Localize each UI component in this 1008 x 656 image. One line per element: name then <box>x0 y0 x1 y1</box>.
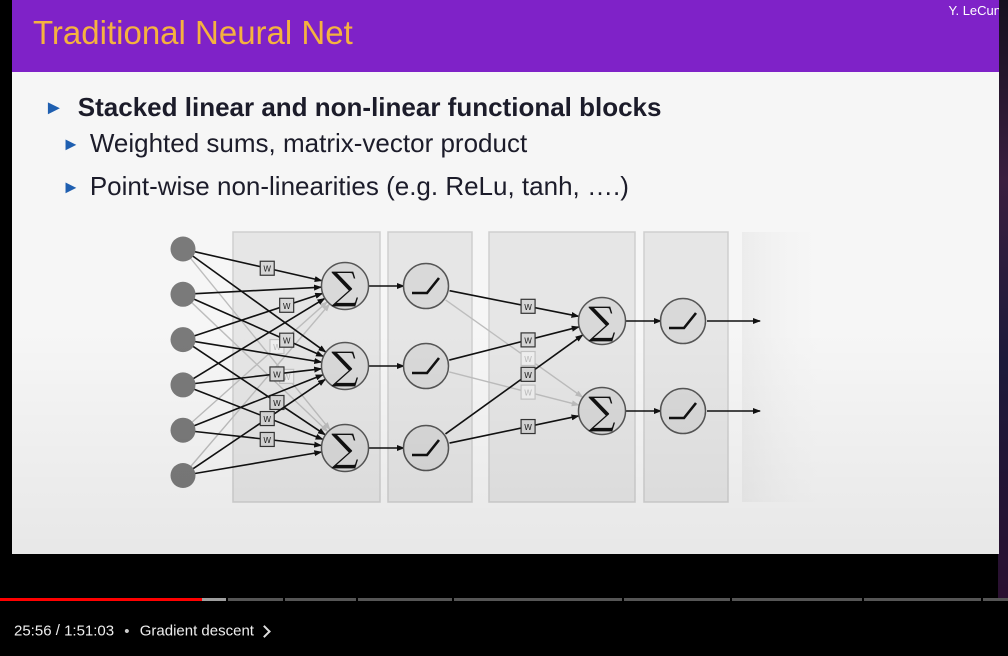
chapter-divider <box>730 598 732 601</box>
relu-node <box>402 424 450 472</box>
weight-label: W <box>524 389 532 398</box>
weight-box: W <box>520 418 536 435</box>
sum-symbol: ∑ <box>588 299 615 343</box>
chapter-divider <box>862 598 864 601</box>
input-node <box>170 236 196 262</box>
weight-label: W <box>524 371 532 380</box>
sum-node: ∑ <box>577 386 627 436</box>
chapter-divider <box>226 598 228 601</box>
duration: 1:51:03 <box>64 622 115 640</box>
weight-box: W <box>269 366 285 382</box>
weight-box: W <box>259 260 275 276</box>
weight-box: W <box>279 297 295 313</box>
relu-node-circle <box>402 262 450 310</box>
chapter-title: Gradient descent <box>139 622 254 640</box>
relu-node-circle <box>402 424 450 472</box>
layer-panel <box>742 232 832 502</box>
weight-box: W <box>269 394 285 411</box>
weight-label: W <box>263 265 271 274</box>
chapter-title-button[interactable]: Gradient descent <box>139 622 271 640</box>
weight-box: W <box>259 410 275 427</box>
player-info: 25:56 / 1:51:03 • Gradient descent <box>14 622 271 640</box>
chapter-divider <box>283 598 285 601</box>
chapter-divider <box>622 598 624 601</box>
weight-label: W <box>524 423 532 432</box>
sum-node: ∑ <box>320 423 370 473</box>
weight-label: W <box>524 303 532 312</box>
relu-node <box>659 297 707 345</box>
desktop-background <box>998 0 1008 600</box>
weight-box: W <box>520 366 536 382</box>
relu-node <box>402 262 450 310</box>
chapter-divider <box>356 598 358 601</box>
weight-box: W <box>520 298 536 314</box>
layer-panel <box>488 231 636 503</box>
sum-symbol: ∑ <box>588 389 615 433</box>
sum-symbol: ∑ <box>331 344 358 388</box>
sum-node: ∑ <box>320 261 370 311</box>
relu-node <box>659 387 707 435</box>
sum-node: ∑ <box>320 341 370 391</box>
relu-node-circle <box>659 297 707 345</box>
input-node <box>170 281 196 307</box>
relu-node-circle <box>402 342 450 390</box>
weight-label: W <box>263 415 271 424</box>
sum-symbol: ∑ <box>331 426 358 470</box>
weight-label: W <box>273 370 281 379</box>
weight-label: W <box>273 399 281 408</box>
weight-box: W <box>520 332 536 348</box>
relu-node <box>402 342 450 390</box>
current-time: 25:56 <box>14 622 52 640</box>
neural-net-diagram: WWWW WWWWWWWWWWW ∑∑∑∑∑ <box>170 231 832 503</box>
chapter-divider <box>452 598 454 601</box>
separator: • <box>124 622 130 640</box>
weight-label: W <box>283 337 291 346</box>
sum-symbol: ∑ <box>331 264 358 308</box>
input-node <box>170 372 196 398</box>
weight-box: W <box>520 350 536 367</box>
chapter-divider <box>981 598 983 601</box>
weight-box: W <box>279 332 295 348</box>
weight-label: W <box>283 302 291 311</box>
weight-box: W <box>259 431 275 448</box>
weight-label: W <box>524 336 532 345</box>
chevron-right-icon <box>258 624 271 638</box>
time-display: 25:56 / 1:51:03 <box>14 622 115 640</box>
weight-box: W <box>520 384 536 400</box>
layer-panel <box>643 231 729 503</box>
input-node <box>170 463 196 488</box>
weight-label: W <box>263 436 271 445</box>
sum-node: ∑ <box>577 296 627 346</box>
input-node <box>170 417 196 443</box>
progress-played[interactable] <box>0 598 202 601</box>
input-node <box>170 327 196 353</box>
weight-label: W <box>524 355 532 364</box>
slide: Traditional Neural Net Y. LeCun ► Stacked… <box>12 0 999 554</box>
relu-node-circle <box>659 387 707 435</box>
